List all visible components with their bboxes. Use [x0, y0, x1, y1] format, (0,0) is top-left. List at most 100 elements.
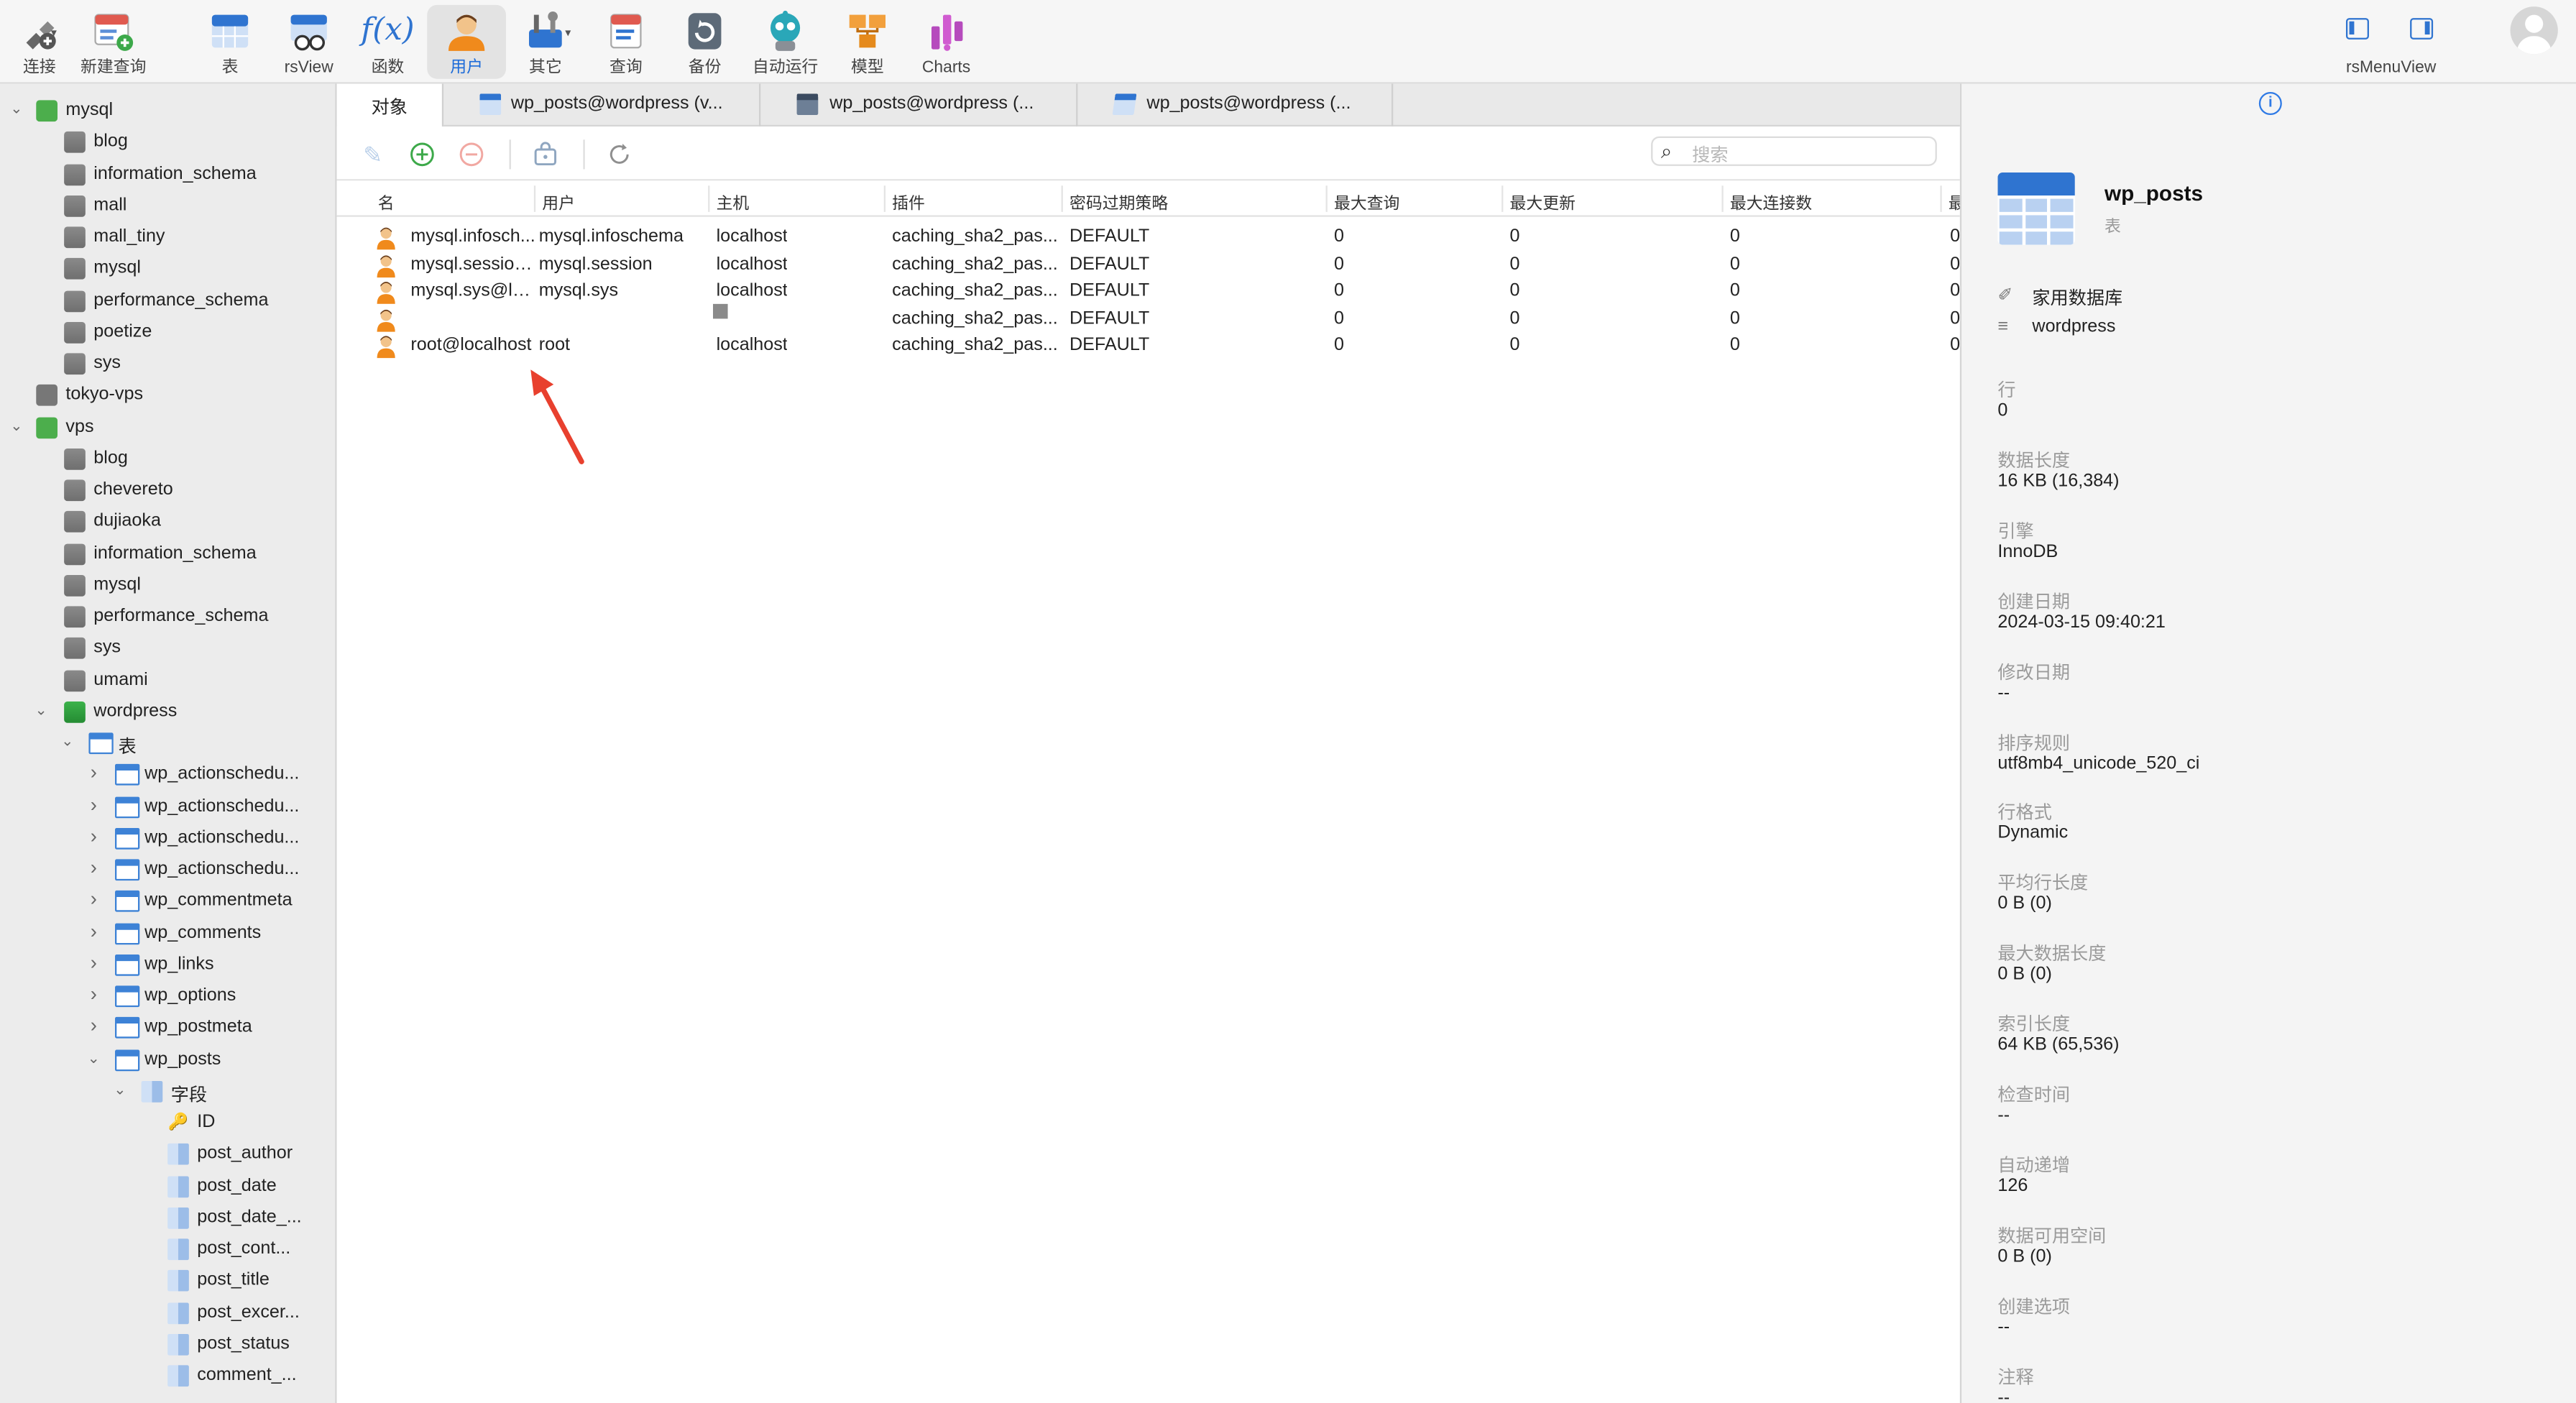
backup-icon [688, 13, 722, 50]
sidebar-item[interactable]: post_author [0, 1139, 335, 1170]
refresh-button[interactable] [606, 142, 632, 168]
chevron-down-icon[interactable]: ⌄ [33, 701, 50, 719]
sidebar-item[interactable]: post_status [0, 1329, 335, 1360]
sidebar-item[interactable]: chevereto [0, 475, 335, 506]
column-header[interactable]: 最大更新 [1510, 189, 1576, 213]
table-row[interactable]: caching_sha2_pas... DEFAULT 0 0 0 0 [337, 307, 1960, 334]
charts-button[interactable]: Charts [907, 5, 986, 79]
other-dropdown-icon[interactable]: ▾ [565, 27, 571, 40]
database-icon [64, 226, 86, 249]
chevron-right-icon[interactable]: › [86, 919, 102, 942]
tab-wp-posts-design[interactable]: wp_posts@wordpress (... [1077, 83, 1394, 126]
column-header[interactable]: 最 [1949, 189, 1960, 213]
sidebar-item[interactable]: › wp_options [0, 981, 335, 1012]
column-divider[interactable] [1325, 185, 1328, 212]
sidebar-item[interactable]: post_date [0, 1171, 335, 1202]
tab-wp-posts-view[interactable]: wp_posts@wordpress (v... [443, 83, 761, 126]
delete-user-button[interactable] [459, 142, 485, 168]
chevron-right-icon[interactable]: › [86, 983, 102, 1006]
sidebar-item[interactable]: ⌄ mysql [0, 96, 335, 126]
column-header[interactable]: 插件 [892, 189, 925, 213]
tab-wp-posts-data[interactable]: wp_posts@wordpress (... [760, 83, 1078, 126]
sidebar-item[interactable]: › wp_comments [0, 918, 335, 949]
chevron-right-icon[interactable]: › [86, 856, 102, 879]
table-cell: 0 [1333, 226, 1344, 247]
sidebar-item[interactable]: › wp_actionschedu... [0, 791, 335, 822]
column-divider[interactable] [1061, 185, 1063, 212]
chevron-down-icon[interactable]: ⌄ [86, 1049, 102, 1067]
table-row[interactable]: root@localhost root localhost caching_sha2_… [337, 334, 1960, 361]
column-divider[interactable] [1501, 185, 1504, 212]
sidebar-item[interactable]: sys [0, 349, 335, 380]
column-divider[interactable] [1721, 185, 1724, 212]
sidebar-item[interactable]: mysql [0, 570, 335, 601]
sidebar-item[interactable]: › wp_actionschedu... [0, 855, 335, 886]
sidebar-item[interactable]: post_date_... [0, 1202, 335, 1233]
sidebar-item[interactable]: sys [0, 633, 335, 664]
sidebar-item[interactable]: comment_... [0, 1361, 335, 1392]
sidebar-item[interactable]: tokyo-vps [0, 380, 335, 411]
sidebar-item[interactable]: › wp_actionschedu... [0, 760, 335, 791]
chevron-down-icon[interactable]: ⌄ [59, 732, 75, 750]
sidebar-item[interactable]: mall [0, 190, 335, 221]
sidebar-item[interactable]: ⌄ 表 [0, 728, 335, 759]
chevron-down-icon[interactable]: ⌄ [8, 416, 24, 434]
chevron-down-icon[interactable]: ⌄ [111, 1080, 128, 1098]
column-divider[interactable] [1940, 185, 1942, 212]
column-divider[interactable] [708, 185, 710, 212]
sidebar-item[interactable]: poetize [0, 317, 335, 348]
sidebar-item[interactable]: ⌄ vps [0, 412, 335, 443]
column-divider[interactable] [533, 185, 536, 212]
sidebar-item[interactable]: › wp_actionschedu... [0, 823, 335, 854]
sidebar-item[interactable]: performance_schema [0, 285, 335, 316]
chevron-right-icon[interactable]: › [86, 824, 102, 847]
privileges-button[interactable] [533, 142, 559, 168]
left-panel-toggle[interactable] [2345, 18, 2369, 40]
sidebar-item[interactable]: post_cont... [0, 1234, 335, 1265]
sidebar-item[interactable]: › wp_postmeta [0, 1013, 335, 1044]
sidebar-item[interactable]: performance_schema [0, 602, 335, 632]
sidebar-item[interactable]: blog [0, 127, 335, 158]
chevron-right-icon[interactable]: › [86, 793, 102, 816]
sidebar-item[interactable]: dujiaoka [0, 507, 335, 538]
chevron-right-icon[interactable]: › [86, 761, 102, 784]
sidebar-item[interactable]: ⌄ wp_posts [0, 1044, 335, 1075]
chevron-right-icon[interactable]: › [86, 951, 102, 974]
column-divider[interactable] [883, 185, 886, 212]
tab-objects[interactable]: 对象 [336, 83, 444, 126]
sidebar-item[interactable]: ⌄ wordpress [0, 696, 335, 727]
search-box[interactable]: ⌕ 搜索 [1651, 136, 1937, 166]
new-query-button[interactable]: 新建查询 [74, 5, 153, 79]
column-header[interactable]: 最大查询 [1334, 189, 1399, 213]
sidebar-item[interactable]: post_title [0, 1266, 335, 1297]
table-dark-tab-icon [796, 93, 819, 115]
add-user-button[interactable] [409, 142, 436, 168]
column-header[interactable]: 主机 [717, 189, 750, 213]
account-avatar[interactable] [2510, 6, 2558, 55]
column-header[interactable]: 密码过期策略 [1070, 189, 1168, 213]
sidebar-item[interactable]: 🔑 ID [0, 1108, 335, 1138]
sidebar-item[interactable]: information_schema [0, 159, 335, 190]
sidebar-item[interactable]: › wp_commentmeta [0, 886, 335, 917]
edit-user-button[interactable]: ✎ [360, 142, 387, 168]
sidebar-item[interactable]: › wp_links [0, 949, 335, 980]
table-row[interactable]: mysql.sys@lo... mysql.sys localhost caching… [337, 280, 1960, 306]
connect-dropdown-icon[interactable]: ▾ [51, 27, 57, 40]
sidebar-item[interactable]: post_excer... [0, 1297, 335, 1328]
sidebar-item[interactable]: mysql [0, 254, 335, 285]
column-header[interactable]: 用户 [542, 189, 575, 213]
sidebar-item[interactable]: mall_tiny [0, 222, 335, 253]
table-row[interactable]: mysql.infosch... mysql.infoschema localhos… [337, 225, 1960, 252]
sidebar-item[interactable]: ⌄ 字段 [0, 1076, 335, 1107]
chevron-right-icon[interactable]: › [86, 1014, 102, 1037]
chevron-right-icon[interactable]: › [86, 888, 102, 911]
table-row[interactable]: mysql.session... mysql.session localhost ca… [337, 252, 1960, 279]
column-header[interactable]: 最大连接数 [1730, 189, 1812, 213]
sidebar-item[interactable]: umami [0, 665, 335, 696]
right-panel-toggle[interactable] [2410, 18, 2434, 40]
info-icon[interactable]: i [2258, 91, 2282, 115]
column-header[interactable]: 名 [378, 189, 395, 213]
sidebar-item[interactable]: blog [0, 443, 335, 474]
chevron-down-icon[interactable]: ⌄ [8, 100, 24, 118]
sidebar-item[interactable]: information_schema [0, 538, 335, 569]
